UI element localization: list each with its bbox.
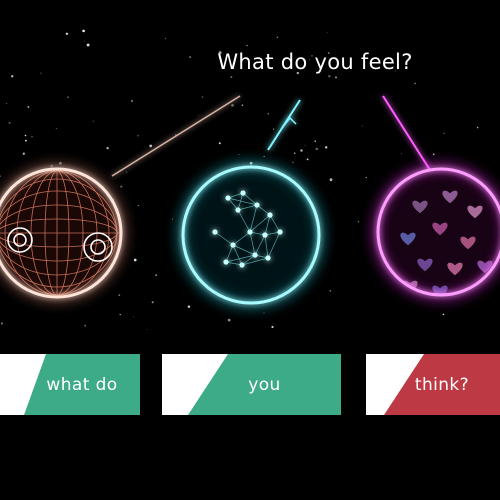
network-node (223, 259, 229, 265)
network-node (235, 207, 241, 213)
network-node (247, 229, 253, 235)
network-node (254, 202, 260, 208)
network-node (252, 252, 258, 258)
star (172, 218, 173, 220)
orb-emotion-network[interactable] (177, 99, 325, 309)
star (92, 120, 94, 122)
star (306, 158, 309, 161)
network-node (239, 262, 245, 268)
network-node (267, 212, 273, 218)
star (329, 290, 331, 292)
star (227, 318, 231, 322)
star (86, 43, 90, 47)
star (126, 171, 128, 173)
game-scene (0, 29, 500, 331)
star (361, 125, 363, 127)
star (55, 127, 57, 129)
star (272, 128, 275, 130)
star (230, 76, 233, 78)
star (304, 144, 306, 146)
star (315, 147, 319, 151)
star (155, 274, 158, 277)
star (189, 56, 192, 59)
star (218, 142, 221, 145)
star (293, 152, 296, 154)
star (24, 134, 27, 137)
star (120, 185, 123, 188)
choice-label: think? (414, 374, 470, 395)
star (67, 96, 69, 99)
star (198, 114, 200, 116)
choice-button-think[interactable]: think? (366, 354, 500, 415)
star (432, 153, 435, 156)
star (328, 75, 331, 78)
star (314, 140, 316, 142)
star (476, 126, 479, 129)
star (151, 301, 154, 304)
star (132, 316, 134, 318)
star (231, 104, 234, 107)
network-node (212, 229, 218, 235)
star (11, 75, 14, 78)
star (400, 153, 402, 155)
orb-emotion-hearts[interactable] (372, 95, 500, 301)
star (164, 37, 166, 39)
star (246, 44, 248, 47)
star (300, 149, 303, 152)
star (24, 139, 27, 142)
star (267, 112, 270, 115)
choice-label: you (248, 374, 281, 395)
star (137, 205, 139, 207)
star (263, 155, 265, 158)
star (0, 322, 3, 325)
star (442, 313, 445, 316)
star (65, 32, 69, 36)
star (443, 132, 445, 134)
star (414, 82, 416, 85)
star (22, 152, 25, 155)
network-node (225, 195, 231, 201)
star (326, 31, 328, 33)
star (137, 135, 139, 137)
star (241, 104, 244, 107)
star (119, 313, 121, 316)
choice-button-you[interactable]: you (162, 354, 341, 415)
network-node (240, 190, 246, 196)
star (118, 294, 121, 297)
star (334, 76, 338, 79)
network-node (230, 242, 236, 248)
star (6, 103, 8, 105)
star (324, 146, 328, 149)
choice-button-what-do[interactable]: what do (0, 354, 140, 415)
star (27, 106, 30, 108)
star (82, 29, 85, 33)
star (271, 325, 274, 329)
star (83, 40, 85, 42)
star (292, 161, 294, 163)
network-node (277, 229, 283, 235)
star (365, 176, 367, 179)
star (133, 258, 137, 262)
star (187, 305, 191, 308)
network-node (262, 232, 268, 238)
star (238, 153, 240, 155)
star (84, 324, 87, 327)
star (106, 146, 109, 150)
star (40, 72, 42, 74)
star (130, 99, 134, 103)
star (0, 175, 1, 178)
star (149, 144, 153, 148)
network-node (265, 255, 271, 261)
star (263, 312, 265, 314)
star (8, 121, 11, 124)
star (357, 221, 360, 223)
star (276, 36, 279, 38)
star (31, 136, 33, 138)
star (146, 329, 148, 331)
question-prompt: What do you feel? (217, 50, 413, 74)
star (329, 178, 333, 182)
choice-label: what do (46, 374, 118, 395)
star (201, 96, 204, 98)
